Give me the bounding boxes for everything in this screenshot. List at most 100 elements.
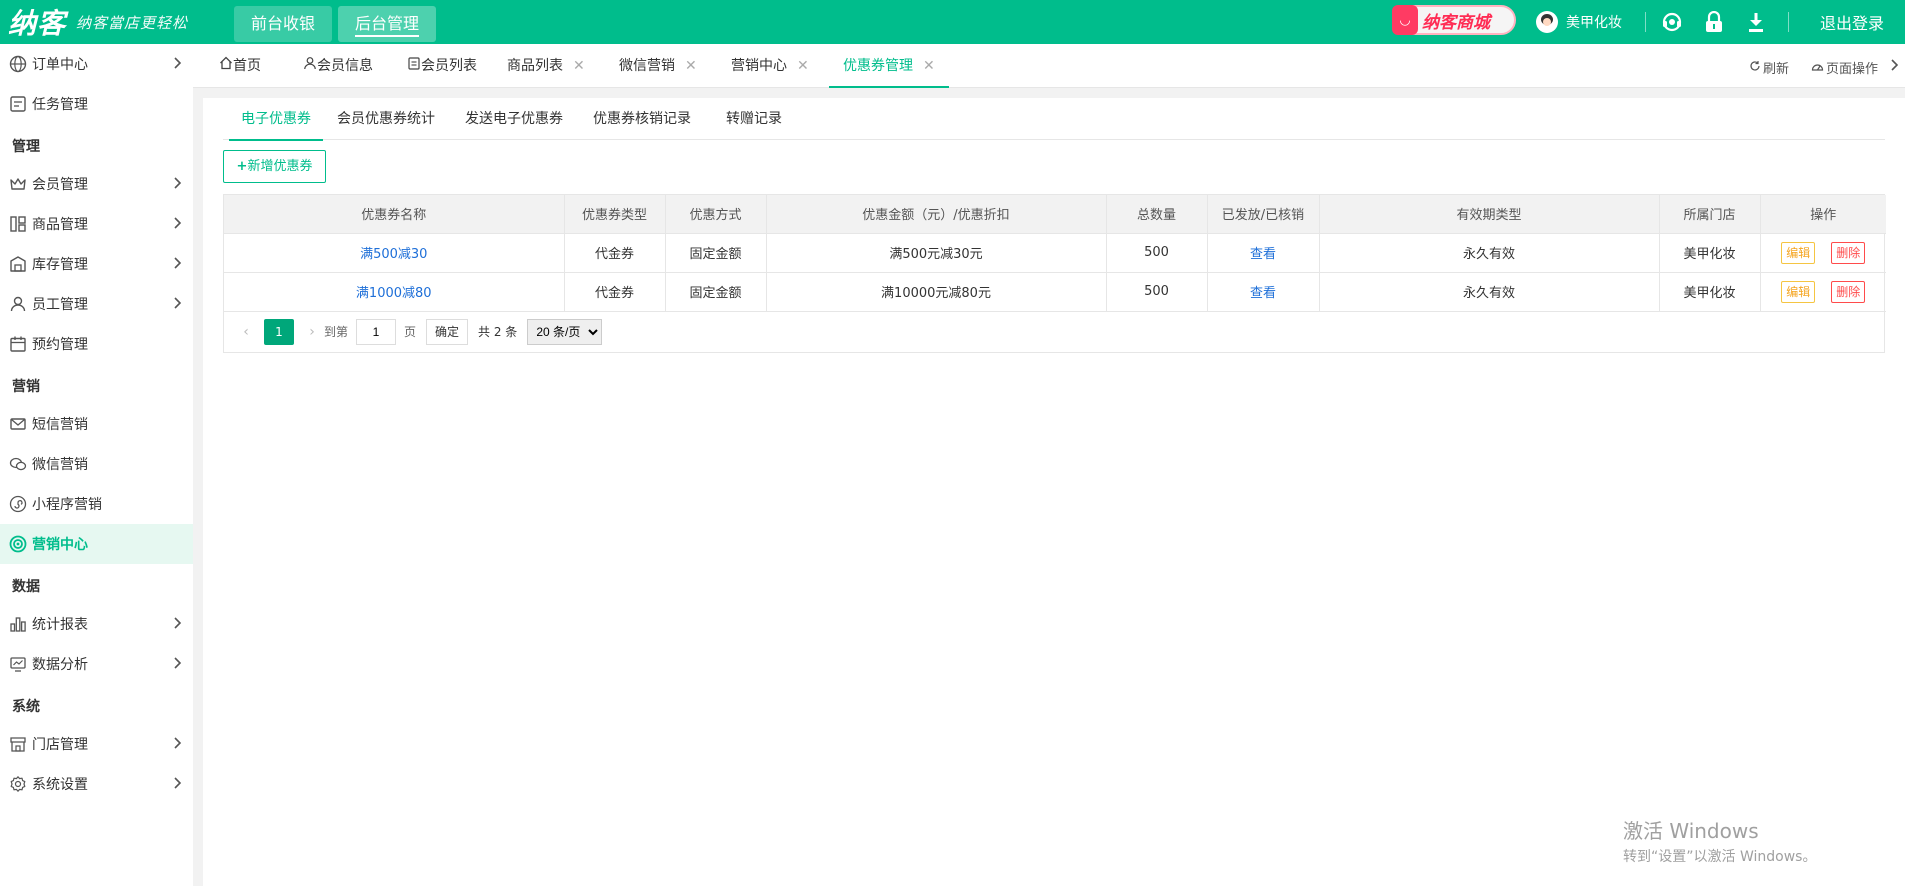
subtab-member-coupon-stats[interactable]: 会员优惠券统计 <box>337 98 435 140</box>
coupon-total: 500 <box>1106 272 1208 312</box>
coupon-table: 优惠券名称 优惠券类型 优惠方式 优惠金额（元）/优惠折扣 总数量 已发放/已核… <box>223 194 1886 353</box>
goto-confirm-button[interactable]: 确定 <box>426 318 469 345</box>
chevron-right-icon <box>173 776 183 794</box>
coupon-method: 固定金额 <box>665 272 767 312</box>
page-size-select[interactable]: 20 条/页 <box>527 318 603 345</box>
coupon-name-link[interactable]: 满500减30 <box>360 247 427 262</box>
mall-button[interactable]: ◡ 纳客商城 <box>1392 5 1516 35</box>
chevron-right-icon[interactable] <box>1890 58 1900 72</box>
chevron-right-icon <box>173 656 183 674</box>
coupon-method: 固定金额 <box>665 233 767 273</box>
main-content: 电子优惠券 会员优惠券统计 发送电子优惠券 优惠券核销记录 转赠记录 +新增优惠… <box>203 98 1905 886</box>
coupon-type: 代金券 <box>564 272 666 312</box>
tab-member-list[interactable]: 会员列表 <box>407 44 477 88</box>
sidebar-item-staff-management[interactable]: 员工管理 <box>0 284 193 324</box>
chevron-right-icon <box>173 616 183 634</box>
next-page-icon[interactable]: › <box>300 324 324 340</box>
brand-logo[interactable]: 纳客 纳客當店更轻松 <box>8 4 188 40</box>
subtab-redemption-records[interactable]: 优惠券核销记录 <box>593 98 691 140</box>
sidebar-item-product-management[interactable]: 商品管理 <box>0 204 193 244</box>
view-issued-link[interactable]: 查看 <box>1250 247 1276 262</box>
person-icon <box>9 295 27 313</box>
subtab-electronic-coupon[interactable]: 电子优惠券 <box>229 98 323 141</box>
watermark-title: 激活 Windows <box>1623 819 1759 843</box>
delete-button[interactable]: 删除 <box>1831 280 1866 303</box>
lock-icon[interactable] <box>1702 10 1726 34</box>
logout-button[interactable]: 退出登录 <box>1820 10 1884 34</box>
sidebar-item-inventory-management[interactable]: 库存管理 <box>0 244 193 284</box>
delete-button[interactable]: 删除 <box>1831 241 1866 264</box>
coupon-subtabs: 电子优惠券 会员优惠券统计 发送电子优惠券 优惠券核销记录 转赠记录 <box>223 98 1885 141</box>
page-ops-button[interactable]: 页面操作 <box>1811 58 1878 77</box>
prev-page-icon[interactable]: ‹ <box>234 324 258 340</box>
close-icon[interactable]: ✕ <box>685 44 697 88</box>
sidebar-item-task-management[interactable]: 任务管理 <box>0 84 193 124</box>
sidebar-item-sms-marketing[interactable]: 短信营销 <box>0 404 193 444</box>
sidebar-item-statistics-report[interactable]: 统计报表 <box>0 604 193 644</box>
view-issued-link[interactable]: 查看 <box>1250 286 1276 301</box>
sidebar-item-label: 系统设置 <box>32 777 88 793</box>
nav-backend-admin[interactable]: 后台管理 <box>338 6 437 42</box>
sidebar-item-label: 订单中心 <box>32 57 88 73</box>
plus-icon: + <box>236 159 248 174</box>
pagination: ‹ 1 › 到第 页 确定 共 2 条 20 条/页 <box>224 312 1884 352</box>
download-icon[interactable] <box>1744 10 1768 34</box>
subtab-transfer-records[interactable]: 转赠记录 <box>726 98 782 140</box>
nav-front-cashier[interactable]: 前台收银 <box>234 6 333 42</box>
task-list-icon <box>9 95 27 113</box>
sidebar-item-label: 任务管理 <box>32 97 88 113</box>
sidebar-item-appointment-management[interactable]: 预约管理 <box>0 324 193 364</box>
edit-button[interactable]: 编辑 <box>1781 280 1816 303</box>
clipboard-icon <box>407 44 421 88</box>
logo-text: 纳客 <box>8 7 67 40</box>
close-icon[interactable]: ✕ <box>573 44 585 88</box>
chevron-right-icon <box>173 736 183 754</box>
page-unit: 页 <box>404 325 417 339</box>
chevron-right-icon <box>173 296 183 314</box>
divider <box>1788 12 1789 32</box>
sidebar-item-label: 商品管理 <box>32 217 88 233</box>
sidebar-item-label: 统计报表 <box>32 617 88 633</box>
sidebar: 订单中心 任务管理 管理 会员管理 商品管理 库存管理 员工管理 预约管理 营销… <box>0 44 193 886</box>
chevron-right-icon <box>173 176 183 194</box>
divider <box>1645 12 1646 32</box>
sidebar-item-store-management[interactable]: 门店管理 <box>0 724 193 764</box>
tab-product-list[interactable]: 商品列表 ✕ <box>507 44 585 88</box>
tab-coupon-management[interactable]: 优惠券管理 ✕ <box>829 44 949 88</box>
mall-label: 纳客商城 <box>1422 12 1490 33</box>
close-icon[interactable]: ✕ <box>797 44 809 88</box>
sidebar-item-label: 短信营销 <box>32 417 88 433</box>
add-coupon-button[interactable]: +新增优惠券 <box>223 150 326 183</box>
sidebar-item-data-analysis[interactable]: 数据分析 <box>0 644 193 684</box>
person-icon <box>303 44 317 88</box>
tab-home[interactable]: 首页 <box>219 44 261 88</box>
tab-bar: 首页 会员信息 会员列表 商品列表 ✕ 微信营销 ✕ 营销中心 ✕ 优惠券管理 … <box>193 44 1905 88</box>
sidebar-item-miniprogram-marketing[interactable]: 小程序营销 <box>0 484 193 524</box>
coupon-name-link[interactable]: 满1000减80 <box>356 286 432 301</box>
page-number[interactable]: 1 <box>264 318 294 345</box>
refresh-icon <box>1749 60 1761 76</box>
tab-wechat-marketing[interactable]: 微信营销 ✕ <box>619 44 697 88</box>
sidebar-item-marketing-center[interactable]: 营销中心 <box>0 524 193 564</box>
user-menu[interactable]: 美甲化妆 <box>1536 8 1622 36</box>
sidebar-item-order-center[interactable]: 订单中心 <box>0 44 193 84</box>
bar-chart-icon <box>9 615 27 633</box>
sidebar-item-system-settings[interactable]: 系统设置 <box>0 764 193 804</box>
grid-icon <box>9 215 27 233</box>
close-icon[interactable]: ✕ <box>923 44 935 88</box>
logo-slogan: 纳客當店更轻松 <box>76 13 189 32</box>
goto-page-input[interactable] <box>356 318 397 345</box>
sidebar-item-wechat-marketing[interactable]: 微信营销 <box>0 444 193 484</box>
watermark-subtitle: 转到“设置”以激活 Windows。 <box>1623 849 1817 865</box>
headset-icon[interactable] <box>1660 10 1684 34</box>
sidebar-group-system: 系统 <box>12 699 40 715</box>
edit-button[interactable]: 编辑 <box>1781 241 1816 264</box>
tab-member-info[interactable]: 会员信息 <box>303 44 373 88</box>
refresh-button[interactable]: 刷新 <box>1749 58 1789 77</box>
windows-activation-watermark: 激活 Windows 转到“设置”以激活 Windows。 <box>1623 815 1816 866</box>
sidebar-item-member-management[interactable]: 会员管理 <box>0 164 193 204</box>
subtab-send-coupon[interactable]: 发送电子优惠券 <box>465 98 563 140</box>
tab-marketing-center[interactable]: 营销中心 ✕ <box>731 44 809 88</box>
home-icon <box>219 44 233 88</box>
coupon-validity: 永久有效 <box>1319 233 1660 273</box>
